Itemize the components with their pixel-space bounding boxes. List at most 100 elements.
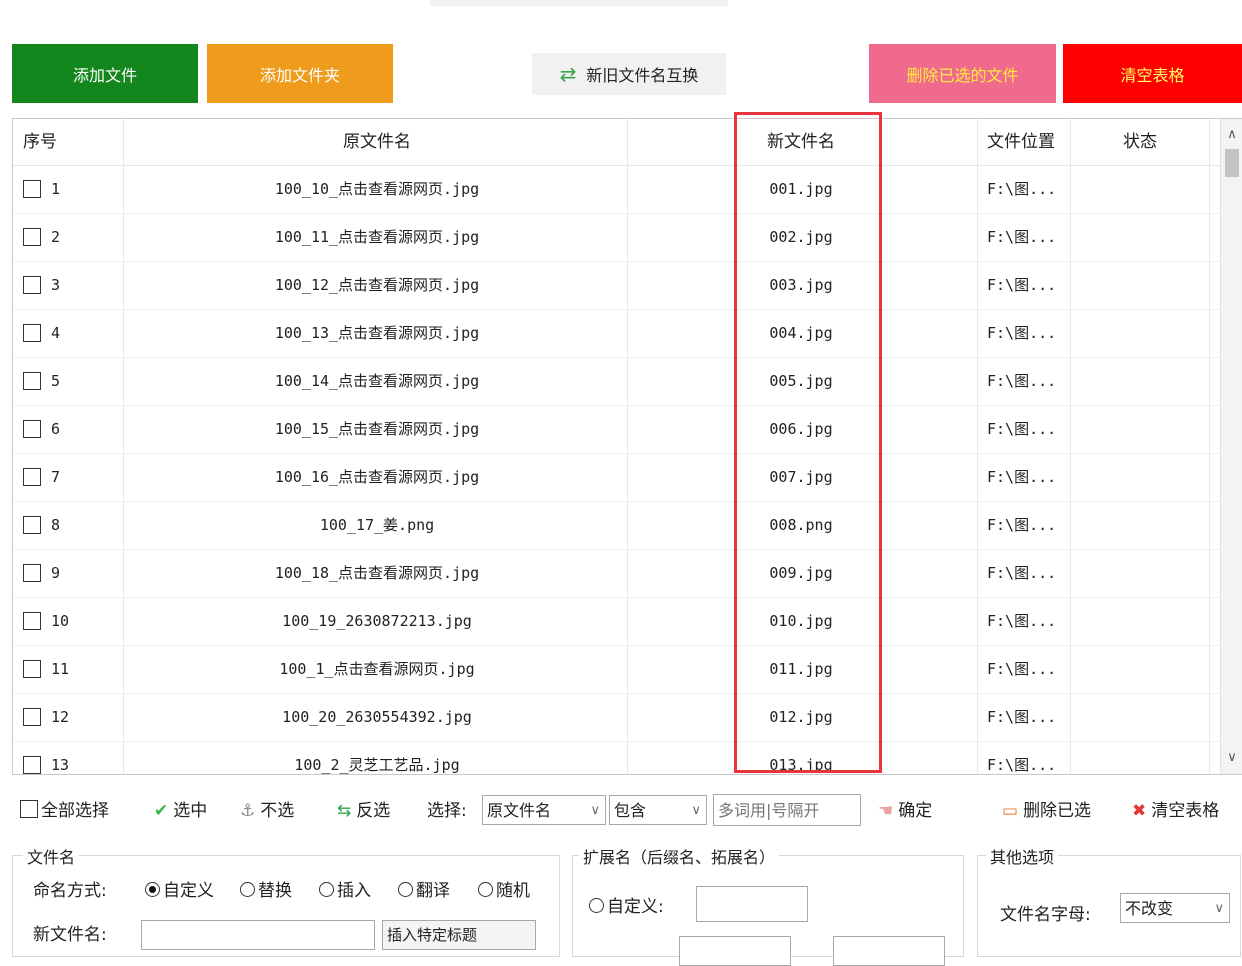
original-filename: 100_11_点击查看源网页.jpg (274, 228, 480, 246)
naming-option-translate[interactable]: 翻译 (398, 876, 450, 901)
row-index: 1 (51, 180, 61, 198)
extension-custom-label: 自定义: (607, 897, 664, 917)
clear-table-label: 清空表格 (1151, 801, 1220, 821)
letter-case-label: 文件名字母: (1000, 905, 1091, 925)
insert-title-select[interactable]: 插入特定标题 (382, 920, 536, 950)
row-checkbox[interactable] (23, 324, 41, 342)
delete-selected-files-button[interactable]: 删除已选的文件 (869, 44, 1056, 103)
row-index: 5 (51, 372, 61, 390)
row-checkbox[interactable] (23, 612, 41, 630)
select-button[interactable]: ✔ 选中 (154, 786, 207, 836)
original-filename: 100_1_点击查看源网页.jpg (279, 660, 475, 678)
row-checkbox[interactable] (23, 564, 41, 582)
extension-field-3[interactable] (833, 936, 945, 966)
extension-custom-option[interactable]: 自定义: (589, 892, 664, 917)
table-row[interactable]: 1 100_10_点击查看源网页.jpg 001.jpg F:\图... (13, 165, 1221, 214)
vertical-scrollbar[interactable]: ∧ ∨ (1220, 119, 1242, 774)
field-select-value: 原文件名 (487, 801, 552, 820)
keyword-input[interactable] (713, 794, 861, 826)
swap-names-label: 新旧文件名互换 (586, 66, 699, 85)
file-location: F:\图... (987, 468, 1057, 486)
swap-names-button[interactable]: ⇄ 新旧文件名互换 (532, 53, 726, 95)
table-row[interactable]: 9 100_18_点击查看源网页.jpg 009.jpg F:\图... (13, 549, 1221, 598)
new-filename: 010.jpg (769, 612, 833, 630)
confirm-button[interactable]: ☚ 确定 (878, 786, 932, 836)
confirm-label: 确定 (898, 801, 933, 821)
invert-button[interactable]: ⇆ 反选 (337, 786, 390, 836)
new-filename-label: 新文件名: (33, 925, 107, 945)
table-row[interactable]: 11 100_1_点击查看源网页.jpg 011.jpg F:\图... (13, 645, 1221, 694)
file-location: F:\图... (987, 756, 1057, 774)
chevron-down-icon: ∨ (1214, 901, 1224, 916)
delete-selected-button[interactable]: ▭ 删除已选 (1002, 786, 1091, 836)
new-filename-input[interactable] (141, 920, 375, 950)
check-circle-icon: ✔ (154, 801, 169, 821)
match-select[interactable]: 包含 ∨ (609, 795, 707, 825)
naming-option-custom[interactable]: 自定义 (145, 876, 214, 901)
column-header-location[interactable]: 文件位置 (987, 119, 1055, 165)
row-checkbox[interactable] (23, 660, 41, 678)
table-row[interactable]: 3 100_12_点击查看源网页.jpg 003.jpg F:\图... (13, 261, 1221, 310)
extension-field-2[interactable] (679, 936, 791, 966)
new-filename: 009.jpg (769, 564, 833, 582)
naming-option-label: 随机 (496, 881, 530, 901)
row-checkbox[interactable] (23, 372, 41, 390)
row-checkbox[interactable] (23, 228, 41, 246)
table-row[interactable]: 5 100_14_点击查看源网页.jpg 005.jpg F:\图... (13, 357, 1221, 406)
column-header-new-name[interactable]: 新文件名 (733, 119, 869, 165)
new-filename: 003.jpg (769, 276, 833, 294)
naming-option-label: 插入 (337, 881, 371, 901)
add-folder-button[interactable]: 添加文件夹 (207, 44, 393, 103)
original-filename: 100_2_灵芝工艺品.jpg (294, 756, 460, 774)
row-checkbox[interactable] (23, 708, 41, 726)
anchor-icon: ⚓ (240, 801, 256, 821)
extension-custom-input[interactable] (696, 886, 808, 922)
add-file-button[interactable]: 添加文件 (12, 44, 198, 103)
scroll-down-icon[interactable]: ∨ (1221, 746, 1242, 770)
scroll-up-icon[interactable]: ∧ (1221, 123, 1242, 147)
clear-table-small-button[interactable]: ✖ 清空表格 (1132, 786, 1219, 836)
delete-selected-label: 删除已选 (1023, 801, 1092, 821)
checkbox-icon (20, 800, 38, 818)
file-location: F:\图... (987, 564, 1057, 582)
radio-icon (398, 882, 413, 897)
new-filename: 004.jpg (769, 324, 833, 342)
original-filename: 100_13_点击查看源网页.jpg (274, 324, 480, 342)
row-checkbox[interactable] (23, 276, 41, 294)
clear-table-button[interactable]: 清空表格 (1063, 44, 1242, 103)
table-row[interactable]: 10 100_19_2630872213.jpg 010.jpg F:\图... (13, 597, 1221, 646)
file-location: F:\图... (987, 180, 1057, 198)
scrollbar-thumb[interactable] (1225, 149, 1239, 177)
column-header-index[interactable]: 序号 (23, 119, 57, 165)
file-location: F:\图... (987, 516, 1057, 534)
table-row[interactable]: 13 100_2_灵芝工艺品.jpg 013.jpg F:\图... (13, 741, 1221, 774)
table-row[interactable]: 8 100_17_姜.png 008.png F:\图... (13, 501, 1221, 550)
table-row[interactable]: 6 100_15_点击查看源网页.jpg 006.jpg F:\图... (13, 405, 1221, 454)
naming-option-insert[interactable]: 插入 (319, 876, 371, 901)
letter-case-select[interactable]: 不改变 ∨ (1120, 893, 1230, 923)
row-checkbox[interactable] (23, 420, 41, 438)
new-filename: 001.jpg (769, 180, 833, 198)
row-checkbox[interactable] (23, 180, 41, 198)
row-checkbox[interactable] (23, 516, 41, 534)
new-filename: 005.jpg (769, 372, 833, 390)
select-all-checkbox[interactable]: 全部选择 (20, 786, 109, 836)
column-header-status[interactable]: 状态 (1075, 119, 1205, 165)
table-row[interactable]: 2 100_11_点击查看源网页.jpg 002.jpg F:\图... (13, 213, 1221, 262)
naming-option-random[interactable]: 随机 (478, 876, 530, 901)
row-checkbox[interactable] (23, 468, 41, 486)
naming-mode-label: 命名方式: (33, 881, 107, 901)
table-row[interactable]: 7 100_16_点击查看源网页.jpg 007.jpg F:\图... (13, 453, 1221, 502)
table-row[interactable]: 12 100_20_2630554392.jpg 012.jpg F:\图... (13, 693, 1221, 742)
filename-group: 文件名 命名方式: 自定义 替换 插入 翻译 随机 新文件名: 插入特定标题 (12, 844, 560, 957)
window-top-strip (430, 0, 728, 6)
deselect-button[interactable]: ⚓ 不选 (240, 786, 294, 836)
radio-icon (478, 882, 493, 897)
row-checkbox[interactable] (23, 756, 41, 774)
column-header-original-name[interactable]: 原文件名 (125, 119, 629, 165)
new-filename: 007.jpg (769, 468, 833, 486)
naming-option-replace[interactable]: 替换 (240, 876, 292, 901)
field-select[interactable]: 原文件名 ∨ (482, 795, 606, 825)
table-row[interactable]: 4 100_13_点击查看源网页.jpg 004.jpg F:\图... (13, 309, 1221, 358)
new-filename: 008.png (769, 516, 833, 534)
